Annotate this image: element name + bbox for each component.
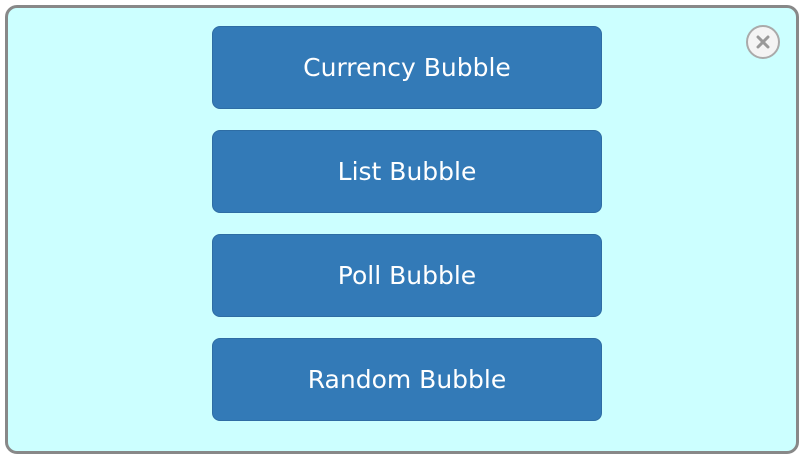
bubble-button-list: Currency Bubble List Bubble Poll Bubble … <box>212 26 602 442</box>
bubble-picker-modal: Currency Bubble List Bubble Poll Bubble … <box>5 5 799 454</box>
close-button[interactable] <box>746 25 780 59</box>
list-bubble-button[interactable]: List Bubble <box>212 130 602 213</box>
close-icon <box>756 35 770 49</box>
currency-bubble-button[interactable]: Currency Bubble <box>212 26 602 109</box>
random-bubble-button[interactable]: Random Bubble <box>212 338 602 421</box>
poll-bubble-button[interactable]: Poll Bubble <box>212 234 602 317</box>
